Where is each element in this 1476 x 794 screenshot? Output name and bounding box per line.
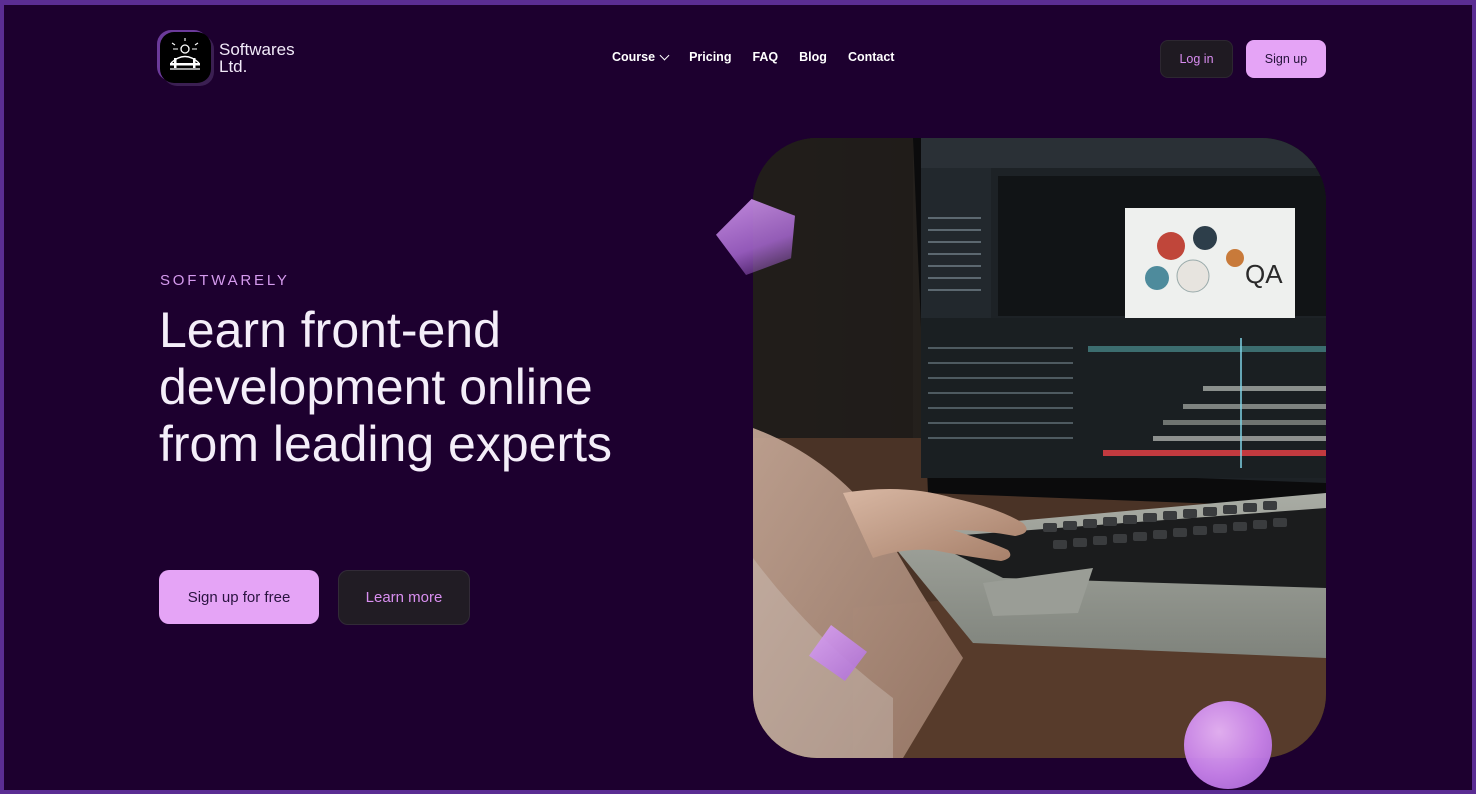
signup-free-button[interactable]: Sign up for free — [159, 570, 319, 624]
nav-item-contact[interactable]: Contact — [848, 50, 895, 64]
nav-item-faq-label: FAQ — [752, 50, 779, 64]
hero-headline: Learn front-end development online from … — [159, 302, 613, 472]
nav-item-pricing[interactable]: Pricing — [689, 50, 731, 64]
brand-name-line2: Ltd. — [219, 56, 248, 76]
nav-item-course[interactable]: Course — [612, 50, 670, 64]
brand-name: Softwares Ltd. — [219, 41, 295, 75]
nav-item-pricing-label: Pricing — [689, 50, 732, 64]
main-nav: Course Pricing FAQ Blog Contact — [612, 50, 894, 64]
hero-eyebrow: SOFTWARELY — [160, 272, 290, 289]
chevron-down-icon — [659, 50, 670, 60]
nav-item-blog-label: Blog — [799, 50, 827, 64]
signup-button[interactable]: Sign up — [1246, 40, 1326, 78]
svg-text:QA: QA — [1245, 259, 1283, 289]
learn-more-button[interactable]: Learn more — [338, 570, 470, 625]
decorative-circle — [1184, 701, 1272, 789]
nav-item-faq[interactable]: FAQ — [752, 50, 778, 64]
nav-item-contact-label: Contact — [847, 50, 895, 64]
brand-name-line1: Softwares — [219, 39, 295, 59]
nav-item-course-label: Course — [612, 50, 656, 64]
page-frame: Softwares Ltd. Course Pricing FAQ Blog C… — [0, 0, 1476, 794]
login-button[interactable]: Log in — [1160, 40, 1233, 78]
bridge-logo-icon — [160, 32, 211, 83]
nav-item-blog[interactable]: Blog — [799, 50, 827, 64]
brand-logo-link[interactable]: Softwares Ltd. — [160, 32, 295, 83]
